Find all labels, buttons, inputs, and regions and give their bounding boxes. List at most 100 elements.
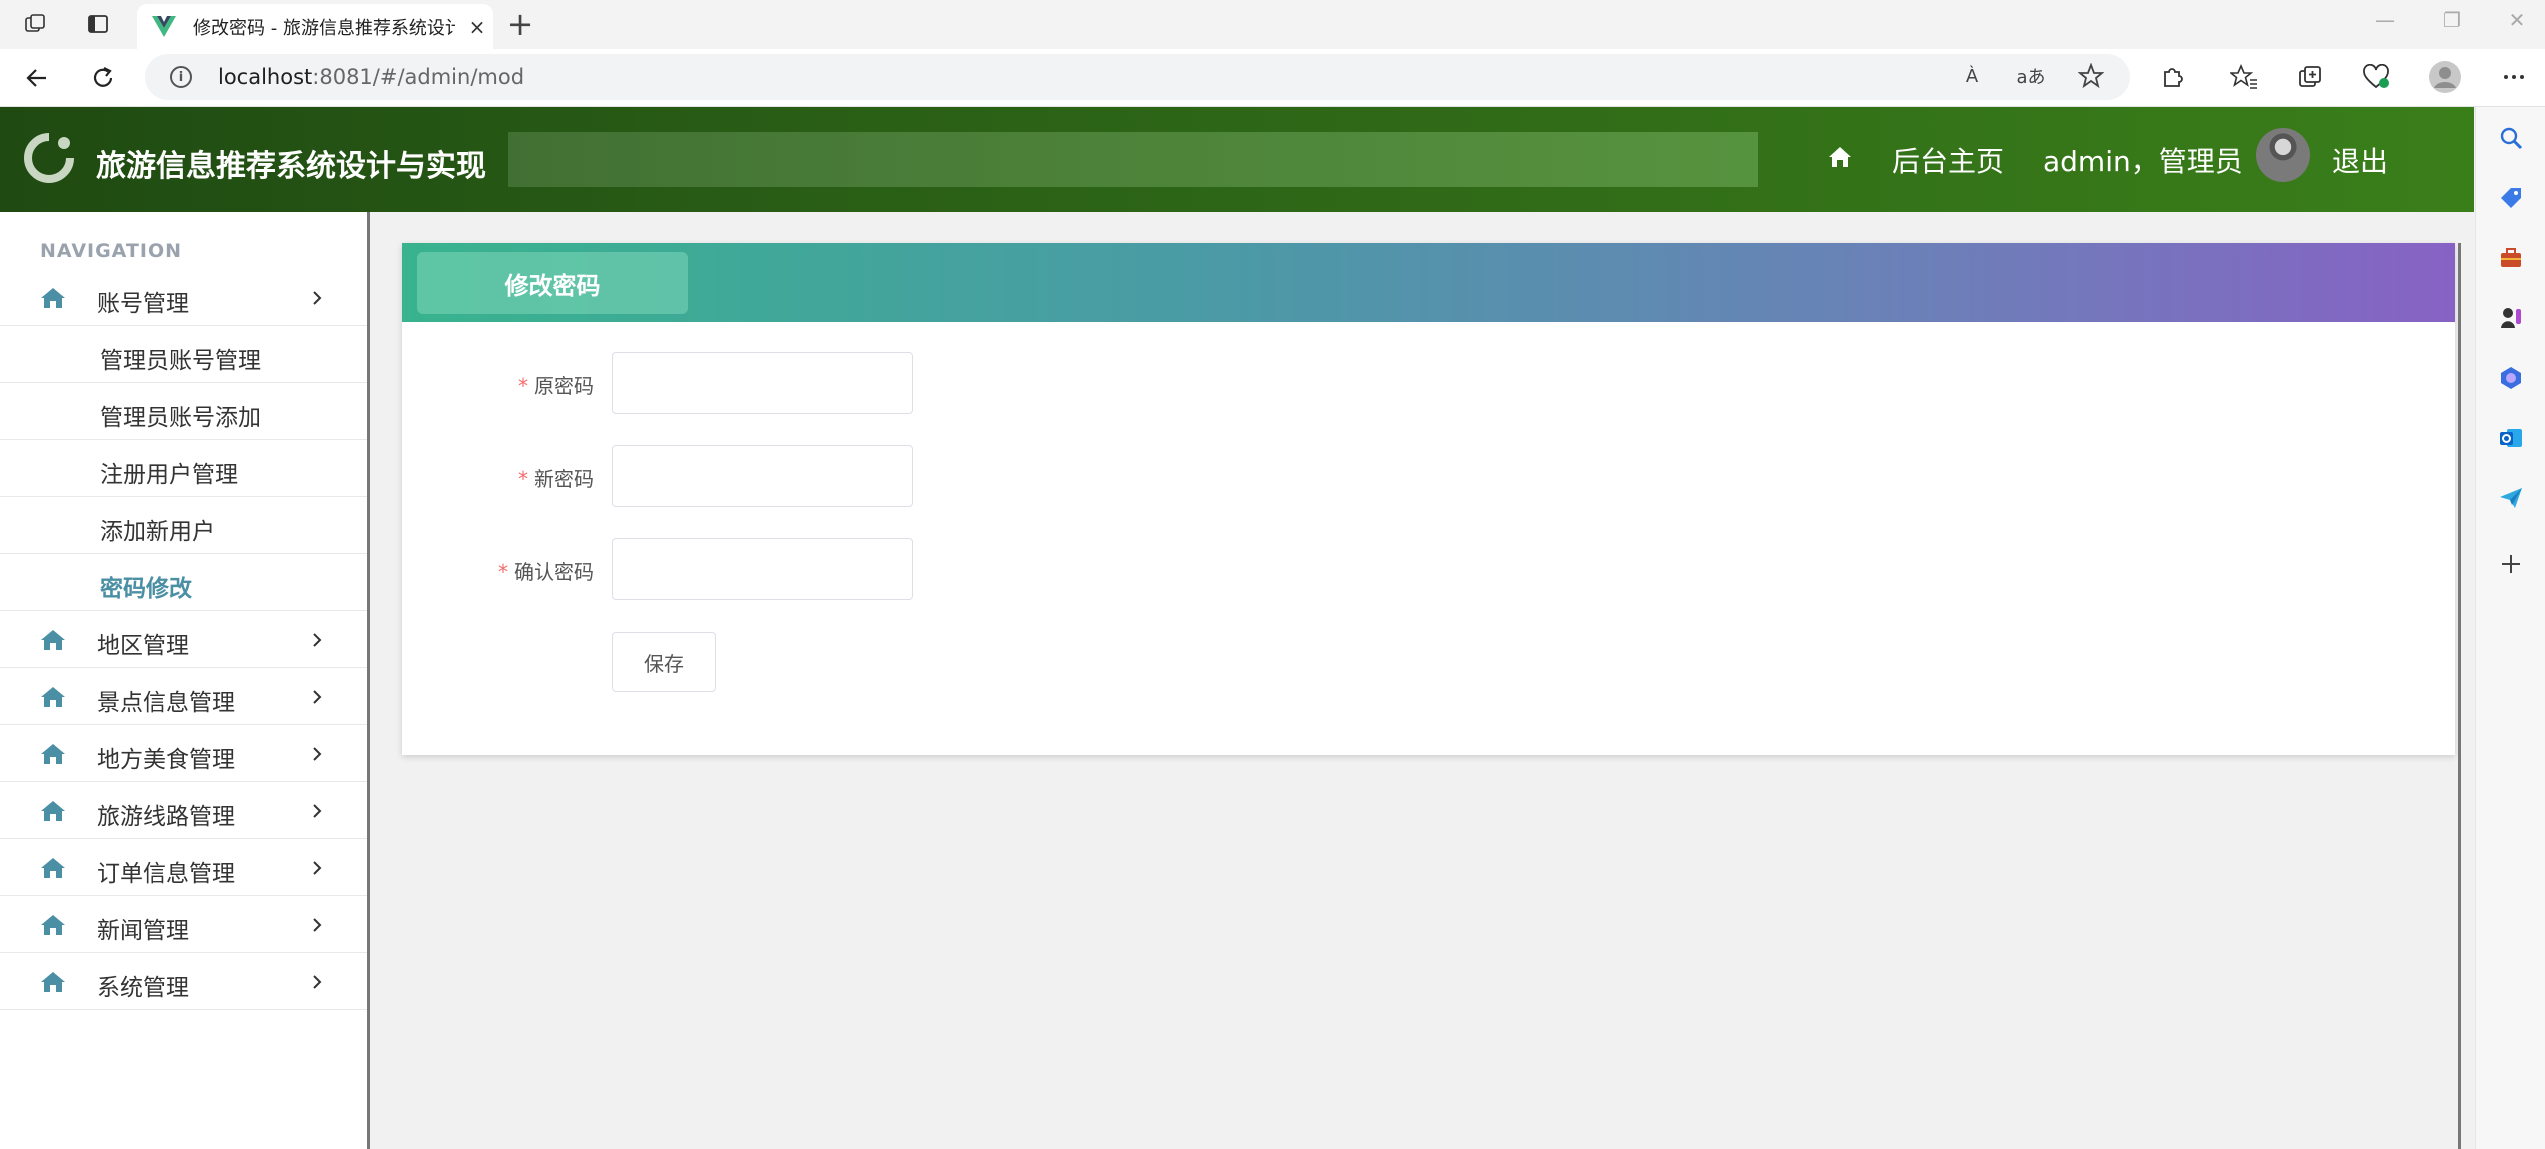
- star-icon[interactable]: [2076, 61, 2106, 91]
- favorites-list-icon[interactable]: [2227, 60, 2261, 94]
- games-icon[interactable]: [2496, 303, 2526, 333]
- new-password-row: * 新密码: [402, 445, 1202, 507]
- change-password-panel: 修改密码 * 原密码 * 新密码 * 确认密码 保存: [402, 243, 2455, 755]
- sidebar-menu: 账号管理 管理员账号管理 管理员账号添加 注册用户管理 添加新用户 密码修改 地…: [0, 269, 367, 1010]
- sidebar-item-routes[interactable]: 旅游线路管理: [0, 782, 367, 839]
- workspaces-icon[interactable]: [21, 10, 49, 38]
- vue-favicon-icon: [151, 14, 177, 40]
- required-mark: *: [518, 467, 528, 491]
- panel-header: 修改密码: [402, 243, 2455, 322]
- new-password-label: * 新密码: [402, 463, 594, 492]
- url-path: :8081/#/admin/mod: [312, 65, 525, 89]
- tab-actions-icon[interactable]: [84, 10, 112, 38]
- sidebar: NAVIGATION 账号管理 管理员账号管理 管理员账号添加 注册用户管理 添…: [0, 212, 370, 1149]
- send-icon[interactable]: [2496, 483, 2526, 513]
- admin-home-link[interactable]: 后台主页: [1892, 140, 2004, 180]
- sidebar-item-local-food[interactable]: 地方美食管理: [0, 725, 367, 782]
- field-label: 原密码: [534, 374, 594, 398]
- edge-sidebar: [2475, 107, 2545, 1149]
- home-icon: [41, 630, 65, 650]
- sidebar-subitem-label: 管理员账号管理: [100, 348, 261, 374]
- content-right-border: [2458, 243, 2461, 1149]
- app-title: 旅游信息推荐系统设计与实现: [96, 149, 486, 184]
- translate-icon[interactable]: aあ: [2016, 61, 2046, 91]
- maximize-icon[interactable]: ❐: [2432, 8, 2472, 32]
- sidebar-subitem-admin-accounts[interactable]: 管理员账号管理: [0, 326, 367, 383]
- search-icon[interactable]: [2496, 123, 2526, 153]
- home-icon: [41, 687, 65, 707]
- new-password-input[interactable]: [612, 445, 913, 507]
- old-password-input[interactable]: [612, 352, 913, 414]
- sidebar-item-news[interactable]: 新闻管理: [0, 896, 367, 953]
- chevron-right-icon: [313, 747, 322, 761]
- sidebar-item-orders[interactable]: 订单信息管理: [0, 839, 367, 896]
- outlook-icon[interactable]: [2496, 423, 2526, 453]
- sidebar-subitem-label: 添加新用户: [100, 519, 215, 545]
- home-icon: [41, 858, 65, 878]
- sidebar-subitem-change-password[interactable]: 密码修改: [0, 554, 367, 611]
- home-icon: [41, 972, 65, 992]
- header-decor-strip: [508, 132, 1758, 187]
- tools-icon[interactable]: [2496, 243, 2526, 273]
- read-aloud-icon[interactable]: À: [1957, 61, 1987, 91]
- sidebar-item-label: 地方美食管理: [97, 747, 235, 773]
- sidebar-item-label: 旅游线路管理: [97, 804, 235, 830]
- home-icon: [41, 801, 65, 821]
- profile-icon[interactable]: [2428, 60, 2462, 94]
- settings-more-icon[interactable]: [2497, 60, 2531, 94]
- app-logo-icon: [22, 131, 76, 185]
- new-tab-button[interactable]: +: [502, 8, 538, 40]
- required-mark: *: [498, 560, 508, 584]
- chevron-right-icon: [313, 804, 322, 818]
- browser-tab-bar: 修改密码 - 旅游信息推荐系统设计与实现 × + — ❐ ✕: [0, 0, 2545, 49]
- home-icon: [41, 744, 65, 764]
- sidebar-item-regions[interactable]: 地区管理: [0, 611, 367, 668]
- avatar[interactable]: [2256, 128, 2310, 182]
- close-window-icon[interactable]: ✕: [2497, 8, 2537, 32]
- sidebar-item-attractions[interactable]: 景点信息管理: [0, 668, 367, 725]
- sidebar-item-label: 新闻管理: [97, 918, 189, 944]
- url-text: localhost:8081/#/admin/mod: [218, 65, 524, 89]
- url-host: localhost: [218, 65, 313, 89]
- sidebar-item-label: 地区管理: [97, 633, 189, 659]
- minimize-icon[interactable]: —: [2365, 8, 2405, 32]
- nav-heading: NAVIGATION: [40, 240, 182, 262]
- confirm-password-input[interactable]: [612, 538, 913, 600]
- chevron-right-icon: [313, 861, 322, 875]
- current-user: admin，管理员: [2043, 145, 2243, 178]
- browser-tab-active[interactable]: 修改密码 - 旅游信息推荐系统设计与实现 ×: [137, 4, 493, 49]
- sidebar-item-label: 系统管理: [97, 975, 189, 1001]
- sidebar-item-label: 景点信息管理: [97, 690, 235, 716]
- sidebar-subitem-add-user[interactable]: 添加新用户: [0, 497, 367, 554]
- collections-icon[interactable]: [2293, 60, 2327, 94]
- save-button[interactable]: 保存: [612, 632, 716, 692]
- sidebar-item-label: 账号管理: [97, 291, 189, 317]
- tab-title: 修改密码 - 旅游信息推荐系统设计与实现: [193, 17, 455, 39]
- sidebar-item-system[interactable]: 系统管理: [0, 953, 367, 1010]
- sidebar-subitem-registered-users[interactable]: 注册用户管理: [0, 440, 367, 497]
- tab-change-password[interactable]: 修改密码: [417, 252, 688, 314]
- logout-link[interactable]: 退出: [2332, 140, 2388, 180]
- add-sidebar-icon[interactable]: [2496, 549, 2526, 579]
- field-label: 确认密码: [514, 560, 594, 584]
- office-icon[interactable]: [2496, 363, 2526, 393]
- chevron-right-icon: [313, 633, 322, 647]
- old-password-label: * 原密码: [402, 370, 594, 399]
- shopping-tag-icon[interactable]: [2496, 183, 2526, 213]
- sidebar-subitem-add-admin[interactable]: 管理员账号添加: [0, 383, 367, 440]
- chevron-right-icon: [313, 975, 322, 989]
- browser-essentials-icon[interactable]: [2359, 60, 2393, 94]
- home-icon: [41, 915, 65, 935]
- home-icon[interactable]: [1826, 143, 1854, 171]
- back-arrow-icon[interactable]: [22, 63, 52, 93]
- sidebar-subitem-label: 注册用户管理: [100, 462, 238, 488]
- app-header: 旅游信息推荐系统设计与实现 后台主页 admin，管理员 退出: [0, 107, 2474, 212]
- reload-icon[interactable]: [88, 63, 118, 93]
- info-icon[interactable]: i: [170, 66, 192, 88]
- url-field[interactable]: i localhost:8081/#/admin/mod: [145, 54, 2130, 100]
- confirm-password-row: * 确认密码: [402, 538, 1202, 600]
- sidebar-item-accounts[interactable]: 账号管理: [0, 269, 367, 326]
- sidebar-subitem-label: 密码修改: [100, 576, 192, 602]
- puzzle-icon[interactable]: [2155, 60, 2189, 94]
- tab-close-icon[interactable]: ×: [465, 15, 489, 39]
